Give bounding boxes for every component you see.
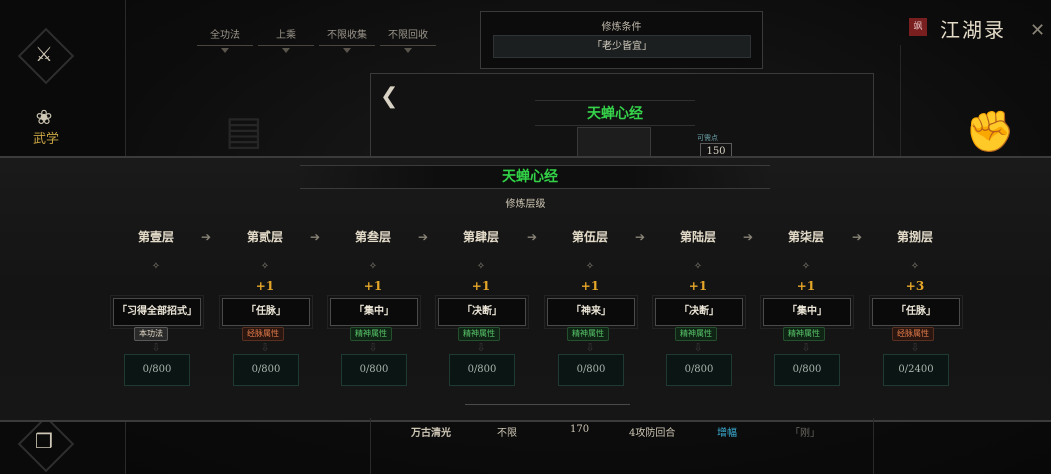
- tier-name: 第陆层: [679, 230, 716, 244]
- condition-value[interactable]: 「老少皆宜」: [493, 35, 751, 58]
- double-arrow-icon: ➔: [418, 230, 429, 244]
- tier-progress: 0/2400: [883, 354, 949, 386]
- tier-tag: 精神属性: [567, 327, 609, 341]
- filter-collect[interactable]: 不限收集: [319, 26, 375, 53]
- panel-title: 天蝉心经: [502, 169, 558, 185]
- right-frame: [900, 45, 1051, 165]
- list-item-value: 170: [570, 424, 590, 435]
- tier-skill-box[interactable]: 「决断」: [652, 295, 746, 329]
- list-item-extra: 「刚」: [790, 428, 820, 439]
- double-arrow-icon: ➔: [635, 230, 646, 244]
- filter-all-methods[interactable]: 全功法: [197, 26, 253, 53]
- tier-bonus: +1: [688, 279, 708, 293]
- list-item-name[interactable]: 万古清光: [411, 424, 451, 439]
- tier-progress: 0/800: [341, 354, 407, 386]
- tier-progress: 0/800: [774, 354, 840, 386]
- star-node-icon: ✧: [476, 261, 486, 272]
- down-arrow-icon: ⇩: [585, 341, 595, 354]
- tier-progress: 0/800: [666, 354, 732, 386]
- tier-progress: 0/800: [558, 354, 624, 386]
- filter-grade[interactable]: 上乘: [258, 26, 314, 53]
- tier-name: 第叁层: [354, 230, 391, 244]
- tier-name: 第贰层: [246, 230, 283, 244]
- tier-bonus: +1: [363, 279, 383, 293]
- tier-name: 第捌层: [896, 230, 933, 244]
- filter-label: 全功法: [210, 30, 240, 41]
- tier-bonus: +3: [905, 279, 925, 293]
- star-node-icon: ✧: [801, 261, 811, 272]
- cultivation-panel: 天蝉心经 修炼层级 第壹层 第贰层 第叁层 第肆层 第伍层 第陆层 第柒层 第捌…: [0, 156, 1051, 422]
- star-node-icon: ✧: [151, 261, 161, 272]
- back-arrow-icon[interactable]: ❮: [380, 84, 398, 109]
- tier-skill-box[interactable]: 「决断」: [435, 295, 529, 329]
- cultivation-condition-box: 修炼条件 「老少皆宜」: [480, 11, 763, 69]
- tier-tag: 精神属性: [675, 327, 717, 341]
- star-node-icon: ✧: [910, 261, 920, 272]
- double-arrow-icon: ➔: [527, 230, 538, 244]
- tier-progress: 0/800: [124, 354, 190, 386]
- down-arrow-icon: ⇩: [260, 341, 270, 354]
- tier-tag: 经脉属性: [892, 327, 934, 341]
- double-arrow-icon: ➔: [310, 230, 321, 244]
- tier-bonus: +1: [255, 279, 275, 293]
- tier-name: 第柒层: [787, 230, 824, 244]
- badge-label: 可需点: [697, 134, 718, 142]
- tier-tag: 精神属性: [350, 327, 392, 341]
- tier-name: 第壹层: [137, 230, 174, 244]
- double-arrow-icon: ➔: [201, 230, 212, 244]
- chevron-down-icon: [343, 48, 351, 53]
- filter-label: 不限收集: [327, 30, 367, 41]
- divider: [465, 404, 630, 405]
- down-arrow-icon: ⇩: [910, 341, 920, 354]
- nav-label-martial[interactable]: 武学: [33, 128, 59, 147]
- filter-label: 上乘: [276, 30, 296, 41]
- chevron-down-icon: [282, 48, 290, 53]
- tier-skill-box[interactable]: 「神来」: [544, 295, 638, 329]
- close-icon[interactable]: ✕: [1030, 20, 1045, 41]
- double-arrow-icon: ➔: [852, 230, 863, 244]
- filter-label: 不限回收: [388, 30, 428, 41]
- scroll-icon: ▤: [225, 108, 263, 154]
- double-arrow-icon: ➔: [743, 230, 754, 244]
- down-arrow-icon: ⇩: [151, 341, 161, 354]
- seal-logo: 飒: [909, 18, 927, 36]
- down-arrow-icon: ⇩: [801, 341, 811, 354]
- tier-bonus: +1: [580, 279, 600, 293]
- tier-skill-box[interactable]: 「任脉」: [869, 295, 963, 329]
- tier-skill-box[interactable]: 「习得全部招式」: [110, 295, 204, 329]
- list-item-type: 增幅: [717, 428, 737, 439]
- list-item-effect: 4攻防回合: [629, 428, 676, 439]
- tier-name: 第伍层: [571, 230, 608, 244]
- tier-skill-box[interactable]: 「集中」: [760, 295, 854, 329]
- down-arrow-icon: ⇩: [693, 341, 703, 354]
- tier-tag: 经脉属性: [242, 327, 284, 341]
- tier-tag: 精神属性: [458, 327, 500, 341]
- martial-arts-icon[interactable]: ❀: [31, 104, 57, 130]
- star-node-icon: ✧: [260, 261, 270, 272]
- chevron-down-icon: [221, 48, 229, 53]
- tier-bonus: +1: [796, 279, 816, 293]
- tier-tag: 本功法: [134, 327, 168, 341]
- down-arrow-icon: ⇩: [476, 341, 486, 354]
- panel-subtitle: 修炼层级: [505, 199, 546, 210]
- sword-icon: ⚔: [35, 42, 53, 66]
- condition-title: 修炼条件: [601, 22, 642, 33]
- filter-recycle[interactable]: 不限回收: [380, 26, 436, 53]
- background-card-title: 天蝉心经: [535, 100, 695, 126]
- tier-name: 第肆层: [462, 230, 499, 244]
- star-node-icon: ✧: [368, 261, 378, 272]
- tier-tag: 精神属性: [783, 327, 825, 341]
- book-icon: ❒: [35, 429, 53, 453]
- tier-progress: 0/800: [233, 354, 299, 386]
- tier-skill-box[interactable]: 「任脉」: [219, 295, 313, 329]
- list-item-limit: 不限: [497, 428, 517, 439]
- chevron-down-icon: [404, 48, 412, 53]
- star-node-icon: ✧: [585, 261, 595, 272]
- tier-progress: 0/800: [449, 354, 515, 386]
- app-title: 江湖录: [940, 18, 1006, 42]
- tier-skill-box[interactable]: 「集中」: [327, 295, 421, 329]
- down-arrow-icon: ⇩: [368, 341, 378, 354]
- star-node-icon: ✧: [693, 261, 703, 272]
- tier-bonus: +1: [471, 279, 491, 293]
